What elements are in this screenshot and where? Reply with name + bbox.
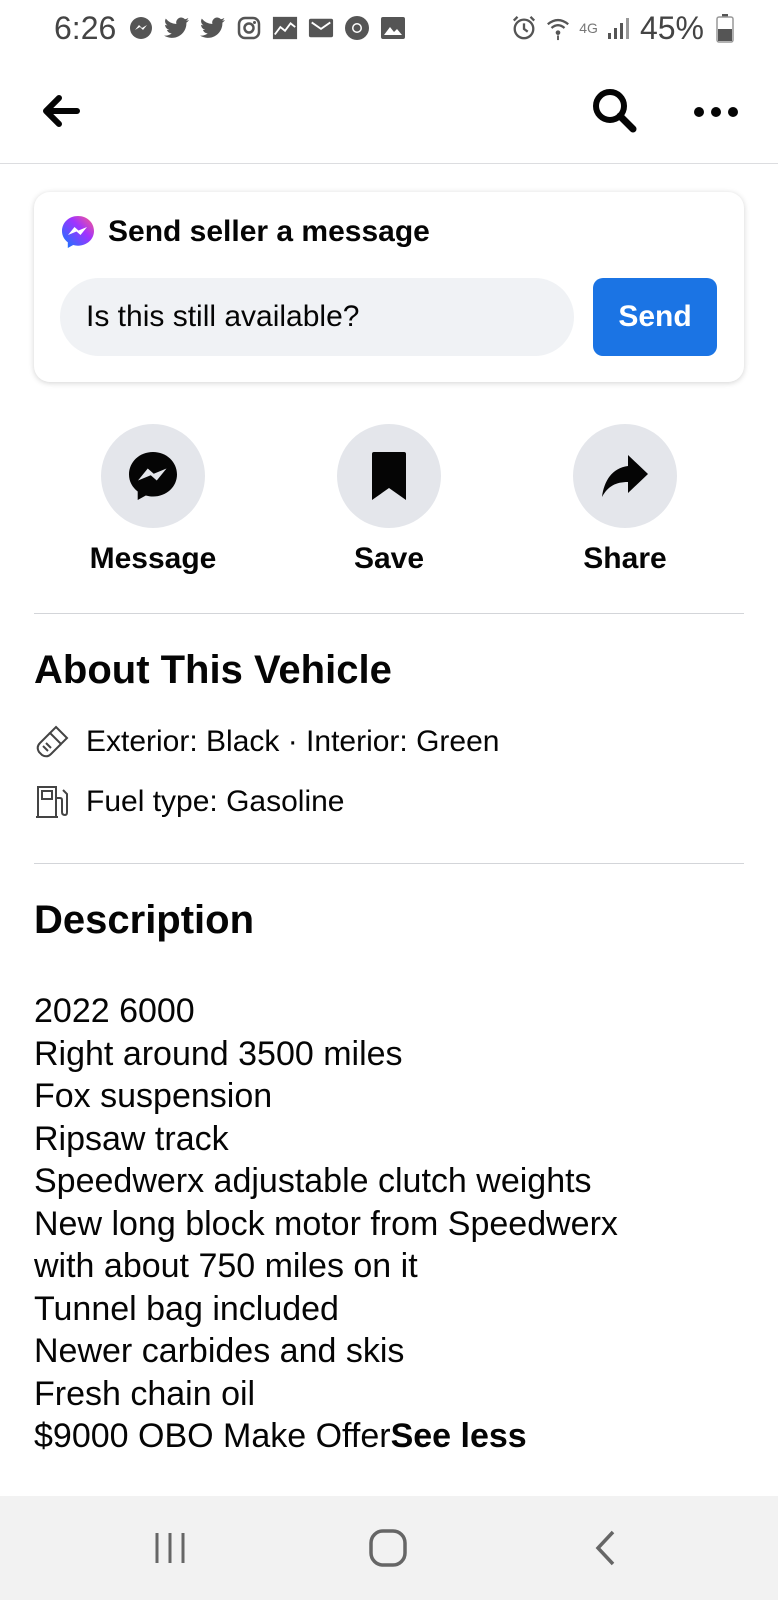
- system-navigation-bar: [0, 1496, 778, 1600]
- more-icon: [694, 107, 738, 117]
- search-icon: [593, 89, 637, 133]
- action-buttons: Message Save Share: [0, 424, 778, 584]
- app-header: [0, 56, 778, 164]
- about-colors-text: Exterior: Black · Interior: Green: [86, 725, 500, 758]
- search-button[interactable]: [588, 84, 640, 136]
- send-message-card: Send seller a message Send: [34, 192, 744, 382]
- instagram-icon: [236, 15, 262, 41]
- recent-apps-icon: [155, 1533, 185, 1563]
- recent-apps-button[interactable]: [140, 1524, 200, 1572]
- description-title: Description: [34, 898, 255, 942]
- description-line: Fox suspension: [34, 1077, 273, 1115]
- battery-percentage: 45%: [639, 9, 704, 46]
- section-divider: [34, 863, 744, 864]
- description-line: Ripsaw track: [34, 1119, 229, 1158]
- messenger-icon: [62, 216, 94, 248]
- share-icon: [602, 455, 648, 497]
- description-line: $9000 OBO Make Offer: [34, 1417, 391, 1455]
- share-action-circle[interactable]: [573, 424, 677, 528]
- status-bar: 6:26 4G 45%: [0, 0, 778, 56]
- gallery-icon: [380, 15, 406, 41]
- description-line: New long block motor from Speedwerx: [34, 1204, 618, 1243]
- mail-icon: [308, 15, 334, 41]
- message-card-title: Send seller a message: [108, 215, 430, 248]
- description-line: 2022 6000: [34, 992, 195, 1030]
- status-time: 6:26: [54, 9, 117, 46]
- signal-icon: [606, 15, 632, 41]
- chevron-left-icon: [595, 1530, 615, 1566]
- share-action-button[interactable]: Share: [525, 424, 725, 576]
- description-line: Fresh chain oil: [34, 1374, 256, 1413]
- send-button[interactable]: Send: [593, 278, 717, 356]
- message-action-label: Message: [89, 542, 217, 575]
- wifi-icon: [545, 15, 571, 41]
- messenger-icon: [128, 15, 154, 41]
- twitter-icon: [164, 15, 190, 41]
- battery-icon: [712, 14, 738, 43]
- notification-icons: [128, 15, 406, 41]
- status-right: 4G 45%: [511, 10, 738, 47]
- chrome-icon: [344, 15, 370, 41]
- back-arrow-icon: [43, 95, 80, 127]
- message-card-header: Send seller a message: [60, 214, 430, 250]
- messenger-icon: [129, 452, 177, 500]
- message-action-circle[interactable]: [101, 424, 205, 528]
- home-icon: [369, 1529, 407, 1567]
- section-divider: [34, 613, 744, 614]
- about-fuel-row: Fuel type: Gasoline: [34, 784, 344, 820]
- description-body: 2022 6000 Right around 3500 miles Fox su…: [34, 990, 734, 1458]
- chart-icon: [272, 15, 298, 41]
- about-fuel-text: Fuel type: Gasoline: [86, 785, 345, 818]
- description-line: with about 750 miles on it: [34, 1247, 418, 1285]
- save-action-circle[interactable]: [337, 424, 441, 528]
- save-action-label: Save: [353, 542, 425, 575]
- back-nav-button[interactable]: [576, 1524, 636, 1572]
- description-line: Newer carbides and skis: [34, 1332, 405, 1370]
- more-options-button[interactable]: [690, 86, 742, 138]
- description-line: Speedwerx adjustable clutch weights: [34, 1162, 592, 1200]
- description-last-line: $9000 OBO Make OfferSee less: [34, 1415, 734, 1458]
- paintbrush-icon: [34, 724, 70, 760]
- back-button[interactable]: [38, 88, 84, 134]
- twitter-icon: [200, 15, 226, 41]
- description-line: Right around 3500 miles: [34, 1034, 403, 1073]
- message-action-button[interactable]: Message: [53, 424, 253, 576]
- about-colors-row: Exterior: Black · Interior: Green: [34, 724, 499, 760]
- fuel-pump-icon: [34, 784, 70, 820]
- save-action-button[interactable]: Save: [289, 424, 489, 576]
- bookmark-icon: [372, 452, 406, 500]
- message-input[interactable]: [60, 278, 574, 356]
- about-vehicle-title: About This Vehicle: [34, 648, 392, 692]
- alarm-icon: [511, 15, 537, 41]
- share-action-label: Share: [583, 542, 667, 575]
- description-line: Tunnel bag included: [34, 1289, 339, 1328]
- see-less-link[interactable]: See less: [391, 1417, 527, 1455]
- home-button[interactable]: [358, 1524, 418, 1572]
- network-type: 4G: [579, 20, 598, 36]
